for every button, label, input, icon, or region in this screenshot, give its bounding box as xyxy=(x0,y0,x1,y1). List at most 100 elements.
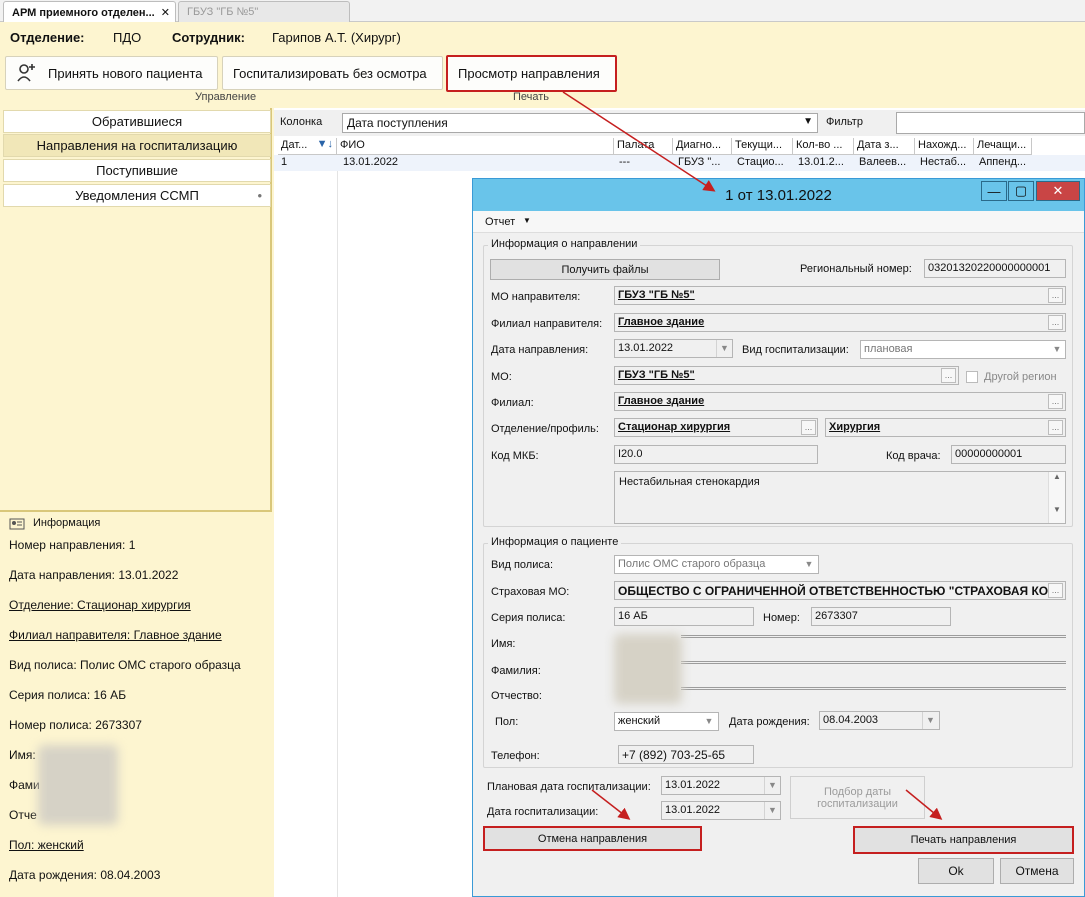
chevron-down-icon[interactable]: ▼ xyxy=(764,777,780,794)
dialog-title: 1 от 13.01.2022 xyxy=(725,186,832,204)
add-patient-icon xyxy=(17,64,35,82)
ellipsis-icon[interactable]: ... xyxy=(941,368,956,383)
sort-icon: ▼↓ xyxy=(316,138,333,150)
scroll-down-icon[interactable]: ▼ xyxy=(1049,505,1065,514)
phone-field[interactable]: +7 (892) 703-25-65 xyxy=(618,745,754,764)
filter-bar: Колонка Дата поступления ▼ Фильтр xyxy=(274,110,1085,136)
new-patient-button[interactable]: Принять нового пациента xyxy=(5,56,218,90)
first-name-field[interactable] xyxy=(681,635,1066,638)
minimize-icon[interactable]: — xyxy=(981,181,1007,201)
ellipsis-icon[interactable]: ... xyxy=(1048,288,1063,303)
col-header[interactable]: Кол-во ... xyxy=(793,138,854,155)
policy-number-label: Номер: xyxy=(763,612,800,624)
col-header[interactable]: Лечащи... xyxy=(974,138,1032,155)
doctor-code-field[interactable]: 00000000001 xyxy=(951,445,1066,464)
nav-item-ambulance[interactable]: Уведомления ССМП • xyxy=(3,184,271,207)
nav-item-referrals[interactable]: Направления на госпитализацию xyxy=(3,134,271,157)
ellipsis-icon[interactable]: ... xyxy=(1048,315,1063,330)
col-header[interactable]: Дат... ▼↓ xyxy=(278,138,337,155)
policy-number-field[interactable]: 2673307 xyxy=(811,607,951,626)
group-print-label: Печать xyxy=(513,91,550,103)
report-menu[interactable]: Отчет xyxy=(485,216,515,228)
chevron-down-icon[interactable]: ▼ xyxy=(764,802,780,819)
table-cell: 13.01.2... xyxy=(798,156,844,168)
policy-series-field[interactable]: 16 АБ xyxy=(614,607,754,626)
col-header[interactable]: Палата xyxy=(614,138,673,155)
hospitalize-button[interactable]: Госпитализировать без осмотра xyxy=(222,56,443,90)
mkb-code-field[interactable]: I20.0 xyxy=(614,445,818,464)
cancel-referral-button[interactable]: Отмена направления xyxy=(483,826,702,851)
view-referral-button[interactable]: Просмотр направления xyxy=(446,55,617,92)
scrollbar[interactable]: ▲ ▼ xyxy=(1048,472,1065,523)
tab-gbuz[interactable]: ГБУЗ "ГБ №5" xyxy=(178,1,350,22)
view-referral-label: Просмотр направления xyxy=(458,66,600,81)
grid-divider xyxy=(337,171,338,897)
chevron-down-icon[interactable]: ▼ xyxy=(922,712,938,729)
ok-button[interactable]: Ok xyxy=(918,858,994,884)
nav-item-visitors[interactable]: Обратившиеся xyxy=(3,110,271,133)
info-patronymic: Отче xyxy=(9,808,37,822)
ellipsis-icon[interactable]: ... xyxy=(801,420,816,435)
col-header[interactable]: Дата з... xyxy=(854,138,915,155)
mo-field[interactable]: ГБУЗ "ГБ №5" xyxy=(614,366,959,385)
hosp-type-select[interactable]: плановая xyxy=(860,340,1066,359)
planned-date-field[interactable]: 13.01.2022 xyxy=(661,776,781,795)
dept-profile-label: Отделение/профиль: xyxy=(491,423,599,435)
branch-field[interactable]: Главное здание xyxy=(614,392,1066,411)
print-referral-button[interactable]: Печать направления xyxy=(853,826,1074,854)
surname-field[interactable] xyxy=(681,661,1066,664)
col-header[interactable]: Диагно... xyxy=(673,138,732,155)
close-icon[interactable]: ✕ xyxy=(161,7,170,19)
patient-info-title: Информация о пациенте xyxy=(488,536,622,548)
insurer-field[interactable]: ОБЩЕСТВО С ОГРАНИЧЕННОЙ ОТВЕТСТВЕННОСТЬЮ… xyxy=(614,581,1066,600)
patient-info-group xyxy=(483,543,1073,768)
profile-field[interactable]: Хирургия xyxy=(825,418,1066,437)
mo-label: МО: xyxy=(491,371,512,383)
scroll-up-icon[interactable]: ▲ xyxy=(1049,472,1065,481)
policy-type-select[interactable]: Полис ОМС старого образца xyxy=(614,555,819,574)
department-field[interactable]: Стационар хирургия xyxy=(614,418,818,437)
filter-input[interactable] xyxy=(896,112,1085,134)
chevron-down-icon[interactable]: ▼ xyxy=(716,340,732,357)
column-select[interactable]: Дата поступления ▼ xyxy=(342,113,818,133)
info-department-link[interactable]: Отделение: Стационар хирургия xyxy=(9,598,191,612)
cancel-button[interactable]: Отмена xyxy=(1000,858,1074,884)
col-header[interactable]: Текущи... xyxy=(732,138,793,155)
ellipsis-icon[interactable]: ... xyxy=(1048,420,1063,435)
close-icon[interactable]: ✕ xyxy=(1036,181,1080,201)
info-surname: Фами xyxy=(9,778,40,792)
pick-date-button[interactable]: Подбор даты госпитализации xyxy=(790,776,925,819)
hospitalize-label: Госпитализировать без осмотра xyxy=(233,65,427,81)
mo-sender-field[interactable]: ГБУЗ "ГБ №5" xyxy=(614,286,1066,305)
staff-value: Гарипов А.Т. (Хирург) xyxy=(272,30,401,45)
col-header[interactable]: Нахожд... xyxy=(915,138,974,155)
other-region-checkbox[interactable] xyxy=(966,371,978,383)
get-files-button[interactable]: Получить файлы xyxy=(490,259,720,280)
patronymic-field[interactable] xyxy=(681,687,1066,690)
ellipsis-icon[interactable]: ... xyxy=(1048,394,1063,409)
other-region-label: Другой регион xyxy=(984,371,1057,383)
ellipsis-icon[interactable]: ... xyxy=(1048,583,1063,598)
table-cell: 1 xyxy=(281,156,288,168)
hosp-date-field[interactable]: 13.01.2022 xyxy=(661,801,781,820)
redacted-blur xyxy=(614,634,682,704)
referral-info-title: Информация о направлении xyxy=(488,238,641,250)
caret-down-icon: ▼ xyxy=(523,216,531,225)
info-sex-link[interactable]: Пол: женский xyxy=(9,838,84,852)
tab-arm[interactable]: АРМ приемного отделен... ✕ xyxy=(3,1,176,22)
table-cell: --- xyxy=(619,156,630,168)
nav-item-admitted[interactable]: Поступившие xyxy=(3,159,271,182)
info-birth-date: Дата рождения: 08.04.2003 xyxy=(9,868,161,882)
regional-number-field[interactable]: 03201320220000000001 xyxy=(924,259,1066,278)
filter-label: Фильтр xyxy=(826,116,863,128)
info-branch-link[interactable]: Филиал направителя: Главное здание xyxy=(9,628,222,642)
chevron-down-icon: ▼ xyxy=(1052,344,1062,354)
info-policy-series: Серия полиса: 16 АБ xyxy=(9,688,127,702)
tab-bar: АРМ приемного отделен... ✕ ГБУЗ "ГБ №5" xyxy=(0,0,1085,22)
maximize-icon[interactable]: ▢ xyxy=(1008,181,1034,201)
branch-sender-field[interactable]: Главное здание xyxy=(614,313,1066,332)
col-header[interactable]: ФИО xyxy=(337,138,614,155)
policy-type-label: Вид полиса: xyxy=(491,559,554,571)
referral-date-label: Дата направления: xyxy=(491,344,589,356)
diagnosis-text[interactable]: Нестабильная стенокардия xyxy=(614,471,1066,524)
